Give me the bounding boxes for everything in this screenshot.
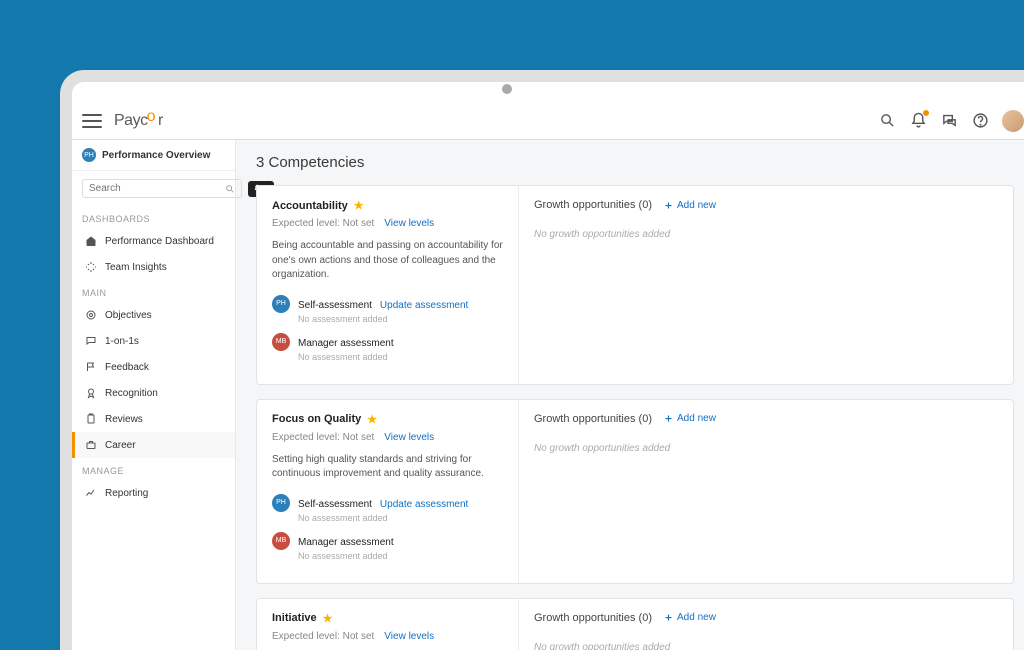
growth-empty-message: No growth opportunities added [534,443,998,454]
sidebar-item-label: Feedback [105,362,149,373]
avatar[interactable] [1002,110,1024,132]
sidebar-item-feedback[interactable]: Feedback [72,354,235,380]
assessment-status: No assessment added [298,551,503,561]
expected-level-label: Expected level: [272,432,340,443]
avatar-mb: MB [272,532,290,550]
sidebar: PH Performance Overview 1 DASHBOARDS [72,140,236,650]
notification-dot [922,109,930,117]
view-levels-link[interactable]: View levels [384,432,434,443]
assessment-label: Self-assessment [298,300,372,311]
app-logo: Paycor [114,112,163,130]
competency-description: Setting high quality standards and striv… [272,453,503,482]
target-icon [85,309,97,321]
competency-card: Focus on Quality ★ Expected level: Not set… [256,399,1014,584]
search-input[interactable] [82,179,242,198]
sidebar-item-reporting[interactable]: Reporting [72,480,235,506]
manager-assessment-row: MB Manager assessment No assessment added [272,333,503,362]
sidebar-item-1on1s[interactable]: 1-on-1s [72,328,235,354]
update-assessment-link[interactable]: Update assessment [380,300,468,311]
clipboard-icon [85,413,97,425]
expected-level-value: Not set [343,218,375,229]
growth-opportunities-label: Growth opportunities (0) [534,413,652,425]
sidebar-item-label: Career [105,440,136,451]
competency-name: Initiative [272,612,317,624]
star-icon: ★ [354,199,364,212]
home-icon [85,235,97,247]
sidebar-item-reviews[interactable]: Reviews [72,406,235,432]
chat-icon [85,335,97,347]
manager-assessment-row: MB Manager assessment No assessment added [272,532,503,561]
expected-level-label: Expected level: [272,218,340,229]
competency-card: Initiative★Expected level: Not setView l… [256,598,1014,650]
hamburger-icon[interactable] [82,114,102,128]
assessment-label: Manager assessment [298,338,394,349]
growth-opportunities-label: Growth opportunities (0) [534,612,652,624]
assessment-status: No assessment added [298,513,503,523]
group-label-dashboards: DASHBOARDS [72,206,235,228]
self-assessment-row: PH Self-assessment Update assessment No ass… [272,494,503,523]
sidebar-item-label: Recognition [105,388,158,399]
assessment-label: Self-assessment [298,499,372,510]
group-label-manage: MANAGE [72,458,235,480]
search-icon [225,184,235,194]
star-icon: ★ [323,612,333,625]
sidebar-item-label: Reviews [105,414,143,425]
assessment-status: No assessment added [298,314,503,324]
sidebar-item-recognition[interactable]: Recognition [72,380,235,406]
plus-icon [664,613,673,622]
plus-icon [664,414,673,423]
sidebar-item-label: Team Insights [105,262,167,273]
sidebar-item-career[interactable]: Career [72,432,235,458]
sidebar-title: Performance Overview [102,150,210,161]
avatar-ph: PH [272,295,290,313]
star-icon: ★ [367,413,377,426]
sidebar-item-team-insights[interactable]: Team Insights [72,254,235,280]
plus-icon [664,201,673,210]
add-new-button[interactable]: Add new [664,200,716,211]
sidebar-header: PH Performance Overview [72,140,235,171]
award-icon [85,387,97,399]
sparkle-icon [85,261,97,273]
competency-description: Being accountable and passing on account… [272,239,503,283]
view-levels-link[interactable]: View levels [384,218,434,229]
update-assessment-link[interactable]: Update assessment [380,499,468,510]
sidebar-item-label: Performance Dashboard [105,236,214,247]
chat-icon[interactable] [940,112,958,130]
trend-icon [85,487,97,499]
avatar-mb: MB [272,333,290,351]
growth-opportunities-label: Growth opportunities (0) [534,199,652,211]
bell-icon[interactable] [909,112,927,130]
competency-name: Accountability [272,200,348,212]
avatar-ph: PH [272,494,290,512]
flag-icon [85,361,97,373]
add-new-button[interactable]: Add new [664,413,716,424]
competency-name: Focus on Quality [272,413,361,425]
topbar: Paycor [72,102,1024,140]
add-new-button[interactable]: Add new [664,612,716,623]
briefcase-icon [85,439,97,451]
page-title: 3 Competencies [256,154,1014,171]
self-assessment-row: PH Self-assessment Update assessment No ass… [272,295,503,324]
sidebar-item-label: Objectives [105,310,152,321]
growth-empty-message: No growth opportunities added [534,229,998,240]
main-content: 3 Competencies Accountability ★ Expected l… [236,140,1024,650]
competency-card: Accountability ★ Expected level: Not set Vi… [256,185,1014,385]
sidebar-item-label: Reporting [105,488,148,499]
expected-level-value: Not set [343,432,375,443]
user-initials-dot: PH [82,148,96,162]
group-label-main: MAIN [72,280,235,302]
growth-empty-message: No growth opportunities added [534,642,998,650]
assessment-status: No assessment added [298,352,503,362]
search-icon[interactable] [878,112,896,130]
help-icon[interactable] [971,112,989,130]
sidebar-item-objectives[interactable]: Objectives [72,302,235,328]
sidebar-item-performance-dashboard[interactable]: Performance Dashboard [72,228,235,254]
sidebar-item-label: 1-on-1s [105,336,139,347]
assessment-label: Manager assessment [298,537,394,548]
